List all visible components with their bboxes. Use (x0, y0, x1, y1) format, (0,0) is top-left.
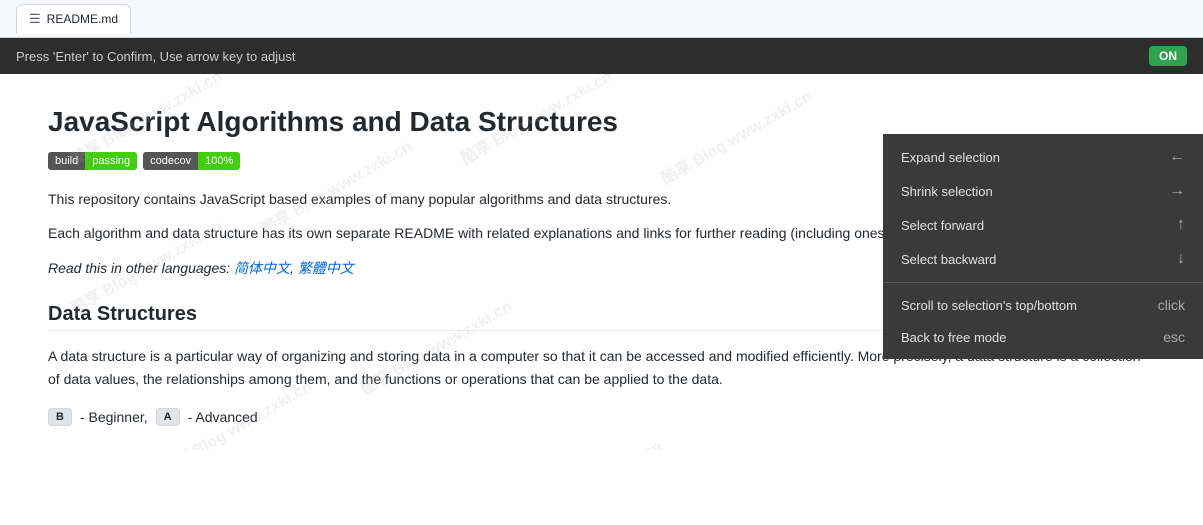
shrink-selection-key: → (1169, 182, 1185, 200)
on-badge[interactable]: ON (1149, 46, 1187, 66)
shrink-selection-label: Shrink selection (901, 184, 993, 199)
page-wrapper: ☰ README.md Press 'Enter' to Confirm, Us… (0, 0, 1203, 525)
expand-selection-label: Expand selection (901, 150, 1000, 165)
menu-item-shrink-selection[interactable]: Shrink selection → (883, 174, 1203, 208)
back-free-key: esc (1163, 329, 1185, 345)
legend-row: B - Beginner, A - Advanced (48, 408, 1155, 426)
badge-codecov-right: 100% (198, 152, 240, 170)
badge-build-left: build (48, 152, 85, 170)
back-free-label: Back to free mode (901, 330, 1007, 345)
content-area: JavaScript Algorithms and Data Structure… (0, 74, 1203, 450)
select-forward-label: Select forward (901, 218, 984, 233)
menu-item-select-forward[interactable]: Select forward ↑ (883, 208, 1203, 242)
selection-menu: Expand selection ← Shrink selection → Se… (883, 134, 1203, 359)
menu-item-expand-selection[interactable]: Expand selection ← (883, 140, 1203, 174)
file-tab-item[interactable]: ☰ README.md (16, 4, 131, 34)
legend-b-badge: B (48, 408, 72, 426)
select-backward-label: Select backward (901, 252, 996, 267)
lang-simplified-link[interactable]: 简体中文 (234, 260, 290, 276)
badge-build-right: passing (85, 152, 137, 170)
select-backward-key: ↓ (1177, 250, 1185, 268)
select-forward-key: ↑ (1177, 216, 1185, 234)
confirm-bar: Press 'Enter' to Confirm, Use arrow key … (0, 38, 1203, 74)
legend-advanced-label: - Advanced (188, 409, 258, 425)
file-tab: ☰ README.md (0, 0, 1203, 38)
menu-item-back-free[interactable]: Back to free mode esc (883, 321, 1203, 353)
legend-beginner-label: - Beginner, (80, 409, 148, 425)
filename-label: README.md (47, 12, 118, 26)
read-in-label: Read this in other languages: (48, 260, 230, 276)
menu-item-scroll[interactable]: Scroll to selection's top/bottom click (883, 289, 1203, 321)
watermark-8: 酷享 Blog www.zxki.cn (505, 433, 665, 450)
scroll-label: Scroll to selection's top/bottom (901, 298, 1077, 313)
expand-selection-key: ← (1169, 148, 1185, 166)
scroll-key: click (1158, 297, 1185, 313)
menu-item-select-backward[interactable]: Select backward ↓ (883, 242, 1203, 276)
selection-menu-section2: Scroll to selection's top/bottom click B… (883, 283, 1203, 359)
selection-menu-section1: Expand selection ← Shrink selection → Se… (883, 134, 1203, 283)
confirm-message: Press 'Enter' to Confirm, Use arrow key … (16, 49, 296, 64)
lang-traditional-link[interactable]: 繁體中文 (298, 260, 354, 276)
legend-a-badge: A (156, 408, 180, 426)
badge-codecov-left: codecov (143, 152, 198, 170)
file-icon: ☰ (29, 11, 41, 27)
